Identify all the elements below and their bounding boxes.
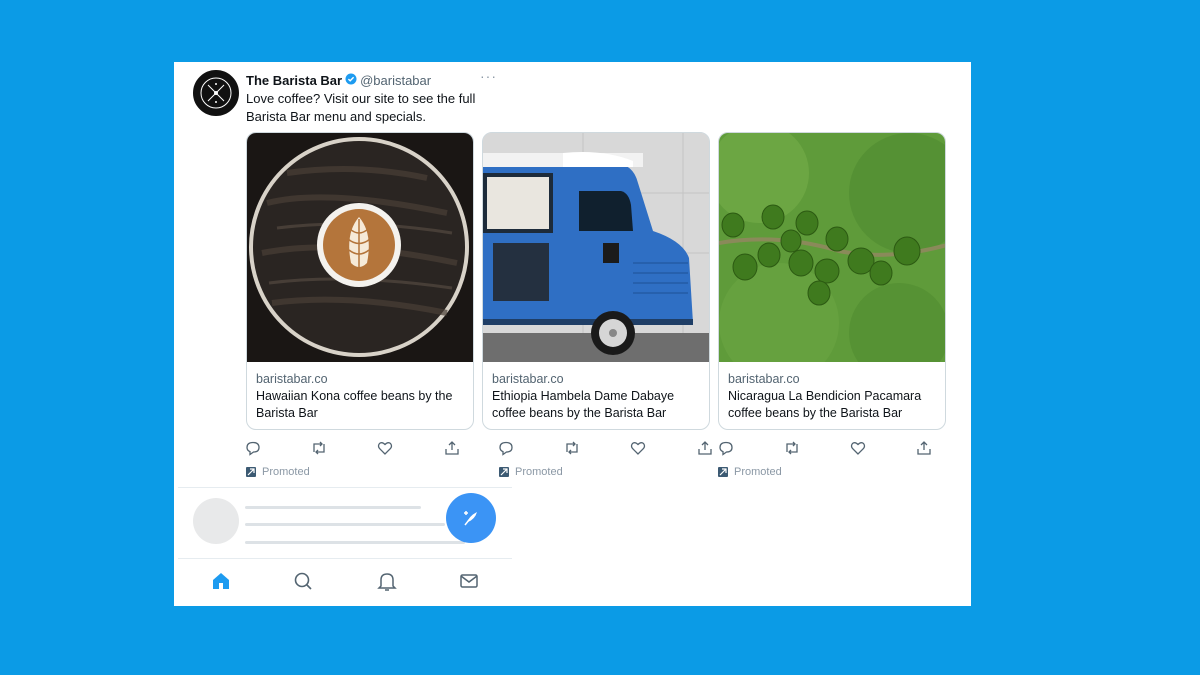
home-icon[interactable]	[210, 570, 232, 592]
promoted-icon	[246, 467, 256, 477]
tweet-text: Love coffee? Visit our site to see the f…	[246, 91, 476, 124]
barista-bar-logo	[200, 77, 232, 109]
blue-food-truck-photo	[483, 133, 709, 362]
coffee-latte-art-photo	[247, 133, 473, 362]
carousel-card-3[interactable]: baristabar.co Nicaragua La Bendicion Pac…	[718, 132, 946, 430]
retweet-icon[interactable]	[564, 440, 580, 456]
placeholder-avatar	[193, 498, 239, 544]
card-title: Ethiopia Hambela Dame Dabaye coffee bean…	[492, 389, 675, 420]
like-icon[interactable]	[377, 440, 393, 456]
like-icon[interactable]	[630, 440, 646, 456]
skeleton-line	[245, 541, 465, 544]
retweet-icon[interactable]	[784, 440, 800, 456]
green-coffee-cherries-photo	[719, 133, 945, 362]
card-domain: baristabar.co	[492, 372, 564, 386]
retweet-icon[interactable]	[311, 440, 327, 456]
promoted-text: Promoted	[262, 466, 310, 478]
skeleton-line	[245, 506, 421, 509]
carousel-card-1[interactable]: baristabar.co Hawaiian Kona coffee beans…	[246, 132, 474, 430]
account-name[interactable]: The Barista Bar	[246, 73, 342, 88]
search-icon[interactable]	[292, 570, 314, 592]
more-options-icon[interactable]: ···	[480, 68, 497, 84]
promoted-text: Promoted	[515, 466, 563, 478]
compose-quill-icon	[464, 511, 477, 526]
verified-badge-icon	[345, 73, 357, 88]
ad-preview-card: The Barista Bar @baristabar ··· Love cof…	[174, 62, 971, 606]
promoted-label: Promoted	[718, 466, 782, 478]
promoted-icon	[718, 467, 728, 477]
tweet-header: The Barista Bar @baristabar	[246, 71, 431, 89]
share-icon[interactable]	[444, 440, 460, 456]
skeleton-line	[245, 523, 445, 526]
promoted-text: Promoted	[734, 466, 782, 478]
messages-icon[interactable]	[458, 570, 480, 592]
card-domain: baristabar.co	[728, 372, 800, 386]
carousel-card-2[interactable]: baristabar.co Ethiopia Hambela Dame Daba…	[482, 132, 710, 430]
promoted-label: Promoted	[499, 466, 563, 478]
reply-icon[interactable]	[245, 440, 261, 456]
compose-tweet-button[interactable]	[446, 493, 496, 543]
profile-avatar[interactable]	[193, 70, 239, 116]
reply-icon[interactable]	[498, 440, 514, 456]
reply-icon[interactable]	[718, 440, 734, 456]
like-icon[interactable]	[850, 440, 866, 456]
card-title: Hawaiian Kona coffee beans by the Barist…	[256, 389, 453, 420]
divider	[178, 487, 512, 488]
share-icon[interactable]	[697, 440, 713, 456]
promoted-label: Promoted	[246, 466, 310, 478]
card-title: Nicaragua La Bendicion Pacamara coffee b…	[728, 389, 922, 420]
share-icon[interactable]	[916, 440, 932, 456]
promoted-icon	[499, 467, 509, 477]
account-handle[interactable]: @baristabar	[360, 73, 431, 88]
notifications-icon[interactable]	[376, 570, 398, 592]
divider	[178, 558, 512, 559]
card-domain: baristabar.co	[256, 372, 328, 386]
